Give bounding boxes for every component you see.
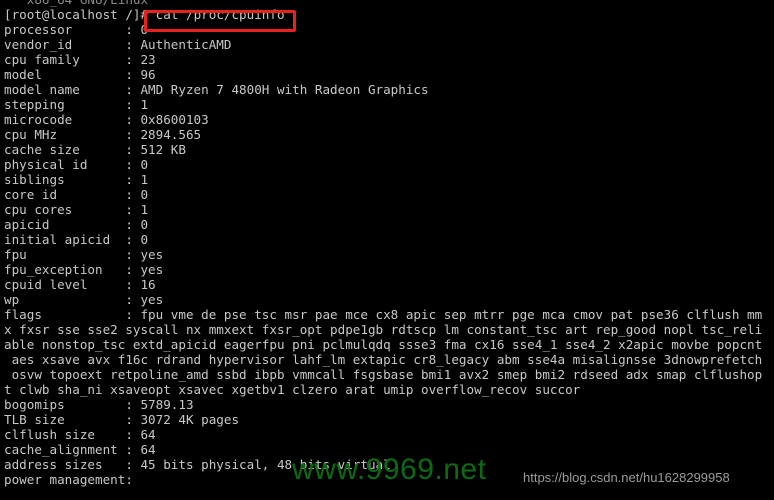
output-line: cpu cores : 1 [4,202,149,217]
scrollback-cut-line: x86_64 GNU/Linux [4,0,774,7]
output-line: core id : 0 [4,187,149,202]
output-line: fpu_exception : yes [4,262,164,277]
output-line: bogomips : 5789.13 [4,397,194,412]
output-line: cpu MHz : 2894.565 [4,127,202,142]
output-line: osvw topoext retpoline_amd ssbd ibpb vmm… [4,367,763,382]
output-line: processor : 0 [4,22,149,37]
typed-command[interactable]: cat /proc/cpuinfo [156,7,285,22]
output-line: vendor_id : AuthenticAMD [4,37,232,52]
output-line: cpu family : 23 [4,52,156,67]
output-line: physical id : 0 [4,157,149,172]
command-prompt-line[interactable]: [root@localhost /]# cat /proc/cpuinfo [4,7,774,22]
output-line: aes xsave avx f16c rdrand hypervisor lah… [4,352,763,367]
output-line: t clwb sha_ni xsaveopt xsavec xgetbv1 cl… [4,382,581,397]
cpuinfo-output: processor : 0 vendor_id : AuthenticAMD cpu… [4,22,774,487]
output-line: apicid : 0 [4,217,149,232]
output-line: cache size : 512 KB [4,142,186,157]
output-line: model name : AMD Ryzen 7 4800H with Rade… [4,82,429,97]
watermark-blog-url: https://blog.csdn.net/hu1628299958 [523,470,730,485]
output-line: x fxsr sse sse2 syscall nx mmxext fxsr_o… [4,322,763,337]
terminal-screen: x86_64 GNU/Linux [root@localhost /]# cat… [4,0,774,487]
shell-prompt: [root@localhost /]# [4,7,156,22]
output-line: wp : yes [4,292,164,307]
output-line: stepping : 1 [4,97,149,112]
output-line: cpuid level : 16 [4,277,156,292]
output-line: microcode : 0x8600103 [4,112,209,127]
output-line: fpu : yes [4,247,164,262]
output-line: siblings : 1 [4,172,149,187]
output-line: initial apicid : 0 [4,232,149,247]
terminal-window[interactable]: x86_64 GNU/Linux [root@localhost /]# cat… [0,0,774,500]
output-line: able nonstop_tsc extd_apicid eagerfpu pn… [4,337,763,352]
output-line: model : 96 [4,67,156,82]
output-line: clflush size : 64 [4,427,156,442]
watermark-site: www.9969.net [292,453,487,486]
output-line: TLB size : 3072 4K pages [4,412,240,427]
output-line: flags : fpu vme de pse tsc msr pae mce c… [4,307,763,322]
